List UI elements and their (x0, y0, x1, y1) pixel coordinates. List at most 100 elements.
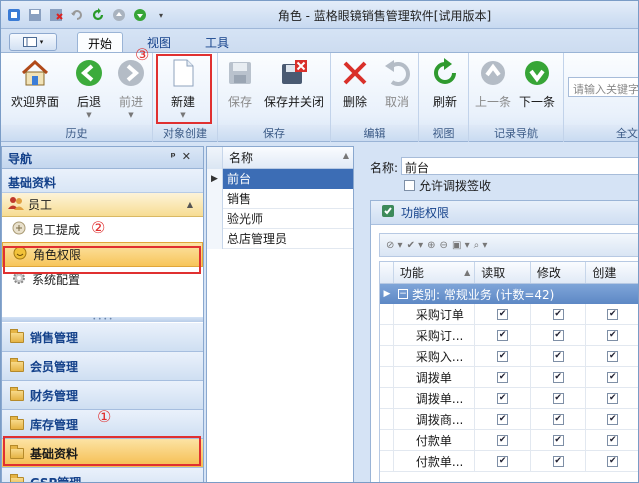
annotation-three: ③ (135, 45, 150, 64)
save-disk-icon (224, 57, 256, 89)
permission-row[interactable]: 调拨商... ✔ ✔ ✔ (380, 409, 638, 430)
category-group-row[interactable]: ▶ − 类别: 常规业务 (计数=42) (380, 284, 638, 304)
checkbox-checked-icon[interactable]: ✔ (552, 329, 564, 341)
checkbox-checked-icon[interactable]: ✔ (497, 434, 509, 446)
checkbox-checked-icon[interactable]: ✔ (607, 371, 619, 383)
checkbox-checked-icon[interactable]: ✔ (497, 392, 509, 404)
permission-row[interactable]: 采购订单 ✔ ✔ ✔ (380, 304, 638, 325)
nav-bar-members[interactable]: 会员管理 (2, 352, 203, 381)
down-icon[interactable]: ⊖ (440, 240, 448, 251)
table-row[interactable]: 总店管理员 (207, 228, 353, 249)
save-button[interactable]: 保存 (224, 57, 256, 110)
checkbox-checked-icon[interactable]: ✔ (552, 413, 564, 425)
group-object-create: 新建 ▼ 对象创建 (153, 53, 218, 142)
close-icon[interactable]: ✕ (182, 150, 197, 163)
tab-home[interactable]: 开始 (77, 32, 124, 52)
checkbox-checked-icon[interactable]: ✔ (497, 308, 509, 320)
permission-toolbar: ⊘ ▾ ✔ ▾ ⊕ ⊖ ▣ ▾ ⌕ ▾ (379, 233, 638, 257)
group-label-view: 视图 (419, 125, 468, 141)
checkbox-checked-icon[interactable]: ✔ (552, 392, 564, 404)
nav-bar-gsp[interactable]: GSP管理 (2, 468, 203, 482)
role-icon (13, 246, 27, 263)
folder-icon (10, 415, 24, 430)
delete-button[interactable]: 删除 (339, 57, 371, 110)
permission-row[interactable]: 付款单... ✔ ✔ ✔ (380, 451, 638, 472)
nav-item-role-permission[interactable]: 角色权限 (2, 242, 203, 267)
block-icon[interactable]: ⊘ ▾ (386, 240, 403, 251)
collapse-caret-icon[interactable]: ▲ (187, 200, 193, 209)
nav-section-title: 基础资料 (2, 169, 203, 193)
refresh-button[interactable]: 刷新 (429, 57, 461, 110)
save-close-button[interactable]: 保存并关闭 (264, 57, 324, 110)
group-label-fulltext: 全文 (564, 125, 638, 141)
checkbox-checked-icon[interactable]: ✔ (497, 350, 509, 362)
forward-button[interactable]: 前进 ▼ (115, 57, 147, 119)
permission-row[interactable]: 调拨单 ✔ ✔ ✔ (380, 367, 638, 388)
allow-transfer-checkbox[interactable]: 允许调拨签收 (404, 177, 491, 194)
checkbox-checked-icon[interactable]: ✔ (552, 350, 564, 362)
check-icon[interactable]: ✔ ▾ (407, 240, 424, 251)
checkbox-checked-icon[interactable]: ✔ (552, 455, 564, 467)
back-button[interactable]: 后退 ▼ (73, 57, 105, 119)
checkbox-checked-icon[interactable]: ✔ (607, 413, 619, 425)
nav-item-system-config[interactable]: 系统配置 (2, 267, 203, 292)
nav-group-employee-label: 员工 (28, 198, 53, 212)
checkbox-checked-icon[interactable]: ✔ (607, 392, 619, 404)
checkbox-checked-icon[interactable]: ✔ (497, 371, 509, 383)
nav-group-employee[interactable]: 员工 ▲ (2, 193, 203, 217)
folder-icon (10, 386, 24, 401)
annotation-one: ① (97, 407, 112, 426)
column-header-read[interactable]: 读取 (475, 262, 531, 283)
cancel-button[interactable]: 取消 (381, 57, 413, 110)
checkbox-checked-icon[interactable]: ✔ (552, 371, 564, 383)
tab-tools[interactable]: 工具 (195, 32, 239, 52)
search-icon[interactable]: ⌕ ▾ (474, 240, 488, 251)
checkbox-checked-icon[interactable]: ✔ (607, 308, 619, 320)
nav-bar-basic-data[interactable]: 基础资料 (2, 439, 203, 468)
checkbox-checked-icon[interactable]: ✔ (552, 434, 564, 446)
checkbox-checked-icon[interactable]: ✔ (607, 455, 619, 467)
nav-bar-finance[interactable]: 财务管理 (2, 381, 203, 410)
back-arrow-icon (73, 57, 105, 89)
column-header-modify[interactable]: 修改 (531, 262, 587, 283)
refresh-icon (429, 57, 461, 89)
pin-icon[interactable]: ᵖ (171, 150, 182, 163)
table-row[interactable]: ▶ 前台 (207, 168, 353, 189)
checkbox-checked-icon[interactable]: ✔ (552, 308, 564, 320)
application-menu-button[interactable]: ▾ (9, 33, 57, 51)
checkbox-checked-icon[interactable]: ✔ (607, 434, 619, 446)
permission-function-label: 采购入... (394, 346, 476, 366)
new-button[interactable]: 新建 ▼ (167, 57, 199, 119)
save-icon[interactable]: ▣ ▾ (452, 240, 470, 251)
permission-row[interactable]: 付款单 ✔ ✔ ✔ (380, 430, 638, 451)
name-field[interactable]: 前台 (401, 157, 638, 175)
checkbox-checked-icon[interactable]: ✔ (497, 413, 509, 425)
permission-row[interactable]: 采购入... ✔ ✔ ✔ (380, 346, 638, 367)
sort-up-icon: ▲ (342, 151, 349, 160)
new-document-icon (167, 57, 199, 89)
checkbox-checked-icon[interactable]: ✔ (497, 455, 509, 467)
group-label-history: 历史 (1, 125, 152, 141)
table-row[interactable]: 销售 (207, 188, 353, 209)
permission-function-label: 调拨商... (394, 409, 476, 429)
search-input[interactable]: 请输入关键字 (568, 77, 638, 97)
gear-icon (12, 271, 26, 288)
checkbox-checked-icon[interactable]: ✔ (607, 350, 619, 362)
permission-row[interactable]: 采购订... ✔ ✔ ✔ (380, 325, 638, 346)
column-header-name[interactable]: 名称 ▲ (223, 149, 353, 166)
next-record-button[interactable]: 下一条 (519, 57, 555, 110)
collapse-icon[interactable]: − (398, 289, 408, 299)
column-header-create[interactable]: 创建 (586, 262, 638, 283)
table-row[interactable]: 验光师 (207, 208, 353, 229)
save-close-icon (278, 57, 310, 89)
welcome-button[interactable]: 欢迎界面 (11, 57, 59, 110)
nav-splitter[interactable]: • • • • (2, 317, 203, 323)
role-list-header: 名称 ▲ (207, 146, 353, 169)
nav-bar-sales[interactable]: 销售管理 (2, 323, 203, 352)
checkbox-checked-icon[interactable]: ✔ (607, 329, 619, 341)
column-header-function[interactable]: 功能 ▲ (394, 262, 476, 283)
checkbox-checked-icon[interactable]: ✔ (497, 329, 509, 341)
prev-record-button[interactable]: 上一条 (475, 57, 511, 110)
up-icon[interactable]: ⊕ (427, 240, 435, 251)
permission-row[interactable]: 调拨单... ✔ ✔ ✔ (380, 388, 638, 409)
